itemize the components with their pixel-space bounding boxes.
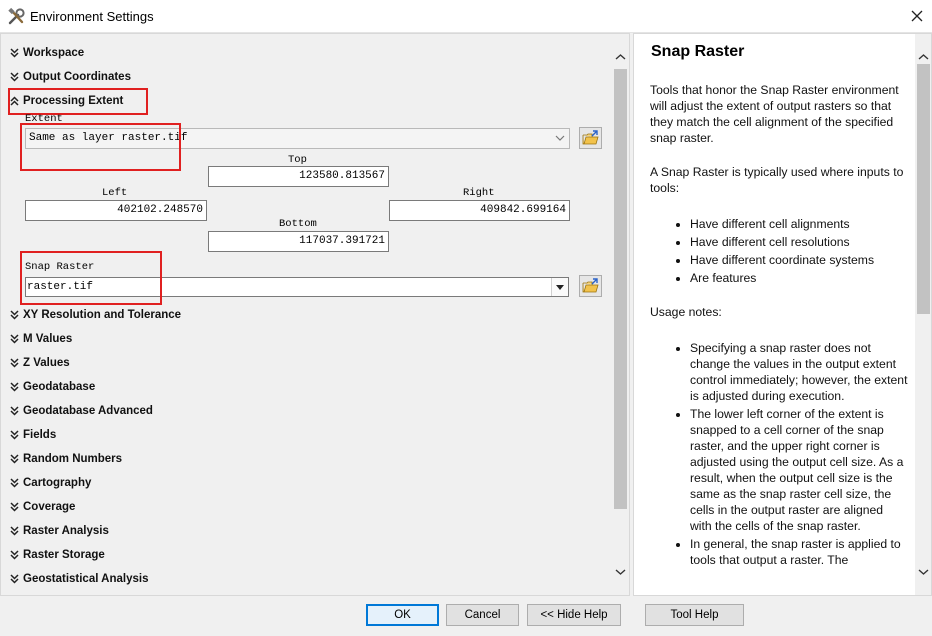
section-label: Output Coordinates [23, 71, 131, 83]
section-processing-extent[interactable]: Processing Extent [10, 93, 123, 109]
tool-help-button[interactable]: Tool Help [645, 604, 744, 626]
section-label: Raster Storage [23, 549, 105, 561]
help-body: Tools that honor the Snap Raster environ… [650, 82, 908, 586]
expand-chevron-icon [10, 334, 19, 344]
cancel-button[interactable]: Cancel [446, 604, 519, 626]
extent-browse-button[interactable] [579, 127, 602, 149]
scroll-down-icon[interactable] [615, 567, 626, 578]
help-paragraph: A Snap Raster is typically used where in… [650, 165, 904, 195]
top-label: Top [288, 154, 307, 166]
scroll-up-icon[interactable] [615, 52, 626, 63]
close-icon[interactable] [904, 4, 930, 28]
list-item: Are features [690, 270, 908, 286]
open-folder-icon [582, 130, 599, 145]
snap-raster-combo[interactable]: raster.tif [25, 277, 569, 297]
top-field[interactable]: 123580.813567 [208, 166, 389, 187]
section-label: Coverage [23, 501, 76, 513]
section-workspace[interactable]: Workspace [10, 45, 84, 61]
right-field[interactable]: 409842.699164 [389, 200, 570, 221]
section-label: Geostatistical Analysis [23, 573, 149, 585]
bottom-field[interactable]: 117037.391721 [208, 231, 389, 252]
section-label: M Values [23, 333, 73, 345]
list-item: Specifying a snap raster does not change… [690, 340, 908, 404]
scroll-down-icon[interactable] [918, 567, 929, 578]
section-geodatabase-advanced[interactable]: Geodatabase Advanced [10, 403, 153, 419]
scrollbar-thumb[interactable] [614, 69, 627, 509]
section-output-coordinates[interactable]: Output Coordinates [10, 69, 131, 85]
dropdown-arrow-icon [556, 285, 564, 290]
window-title: Environment Settings [30, 9, 154, 24]
expand-chevron-icon [10, 574, 19, 584]
section-label: Geodatabase Advanced [23, 405, 153, 417]
chevron-down-icon [555, 135, 565, 141]
scroll-up-icon[interactable] [918, 52, 929, 63]
help-pane[interactable]: Snap Raster Tools that honor the Snap Ra… [633, 33, 932, 596]
section-label: Random Numbers [23, 453, 123, 465]
section-fields[interactable]: Fields [10, 427, 56, 443]
expand-chevron-icon [10, 310, 19, 320]
section-raster-storage[interactable]: Raster Storage [10, 547, 105, 563]
help-scrollbar[interactable] [915, 34, 931, 595]
section-cartography[interactable]: Cartography [10, 475, 91, 491]
expand-chevron-icon [10, 454, 19, 464]
list-item: Have different coordinate systems [690, 252, 908, 268]
section-m-values[interactable]: M Values [10, 331, 72, 347]
expand-chevron-icon [10, 72, 19, 82]
left-label: Left [102, 187, 128, 199]
collapse-chevron-icon [10, 96, 19, 106]
list-item: Have different cell resolutions [690, 234, 908, 250]
expand-chevron-icon [10, 430, 19, 440]
section-raster-analysis[interactable]: Raster Analysis [10, 523, 109, 539]
expand-chevron-icon [10, 358, 19, 368]
list-item: In general, the snap raster is applied t… [690, 536, 908, 568]
open-folder-icon [582, 278, 599, 293]
snap-raster-value: raster.tif [27, 281, 94, 293]
expand-chevron-icon [10, 48, 19, 58]
section-label: Processing Extent [23, 95, 124, 107]
section-coverage[interactable]: Coverage [10, 499, 75, 515]
section-label: Raster Analysis [23, 525, 109, 537]
settings-pane[interactable]: Workspace Output Coordinates Processing … [0, 33, 630, 596]
ok-button[interactable]: OK [366, 604, 439, 626]
help-paragraph: Tools that honor the Snap Raster environ… [650, 83, 899, 145]
left-field[interactable]: 402102.248570 [25, 200, 207, 221]
expand-chevron-icon [10, 478, 19, 488]
usage-list: Specifying a snap raster does not change… [650, 340, 908, 568]
help-bullet-list: Have different cell alignments Have diff… [650, 216, 908, 286]
section-label: Cartography [23, 477, 92, 489]
snap-raster-dropdown[interactable] [551, 278, 568, 296]
expand-chevron-icon [10, 526, 19, 536]
list-item: Have different cell alignments [690, 216, 908, 232]
section-geodatabase[interactable]: Geodatabase [10, 379, 95, 395]
hide-help-button[interactable]: << Hide Help [527, 604, 621, 626]
section-label: XY Resolution and Tolerance [23, 309, 182, 321]
help-title: Snap Raster [651, 43, 745, 60]
snap-raster-label: Snap Raster [25, 261, 95, 273]
section-label: Geodatabase [23, 381, 96, 393]
section-xy-resolution[interactable]: XY Resolution and Tolerance [10, 307, 181, 323]
expand-chevron-icon [10, 550, 19, 560]
extent-combo[interactable]: Same as layer raster.tif [25, 128, 570, 149]
section-label: Workspace [23, 47, 85, 59]
extent-label: Extent [25, 113, 63, 125]
section-geostatistical-analysis[interactable]: Geostatistical Analysis [10, 571, 149, 587]
expand-chevron-icon [10, 406, 19, 416]
expand-chevron-icon [10, 502, 19, 512]
bottom-label: Bottom [279, 218, 317, 230]
usage-heading: Usage notes: [650, 305, 722, 319]
settings-scrollbar[interactable] [612, 34, 629, 595]
list-item: The lower left corner of the extent is s… [690, 406, 908, 534]
snap-raster-browse-button[interactable] [579, 275, 602, 297]
expand-chevron-icon [10, 382, 19, 392]
title-bar: Environment Settings [0, 0, 932, 33]
section-label: Fields [23, 429, 57, 441]
section-random-numbers[interactable]: Random Numbers [10, 451, 122, 467]
scrollbar-thumb[interactable] [917, 64, 930, 314]
section-label: Z Values [23, 357, 70, 369]
section-z-values[interactable]: Z Values [10, 355, 70, 371]
right-label: Right [463, 187, 495, 199]
tools-icon [8, 7, 25, 25]
extent-value: Same as layer raster.tif [29, 132, 188, 144]
